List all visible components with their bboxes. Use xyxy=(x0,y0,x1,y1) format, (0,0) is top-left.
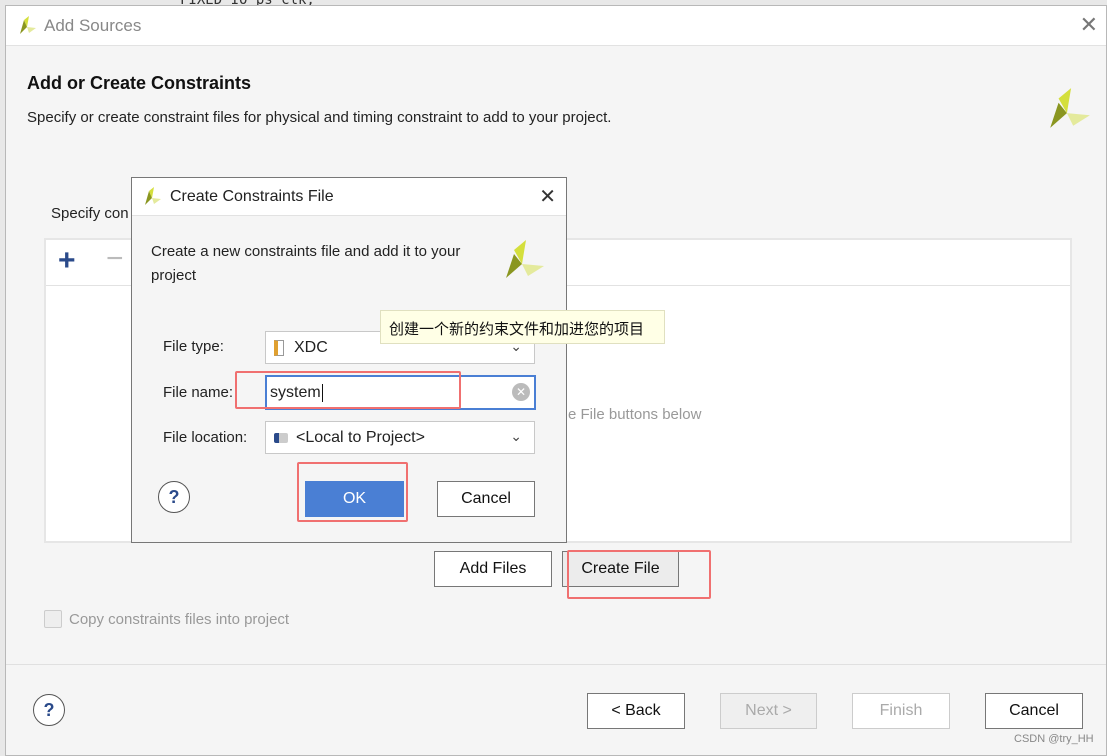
xdc-file-icon xyxy=(274,339,284,356)
sub-cancel-button[interactable]: Cancel xyxy=(437,481,535,517)
file-location-label: File location: xyxy=(163,429,248,446)
copy-constraints-checkbox[interactable] xyxy=(44,610,62,628)
highlight-ok xyxy=(297,462,408,522)
add-files-button[interactable]: Add Files xyxy=(434,551,552,587)
vivado-logo-icon xyxy=(506,240,544,278)
file-name-label: File name: xyxy=(163,384,234,401)
clear-icon[interactable]: ✕ xyxy=(512,383,530,401)
tooltip: 创建一个新的约束文件和加进您的项目 xyxy=(380,310,665,344)
vivado-logo-icon xyxy=(20,16,36,34)
sub-title-bar: Create Constraints File ✕ xyxy=(132,178,566,216)
sub-description: Create a new constraints file and add it… xyxy=(151,243,461,284)
empty-hint: e File buttons below xyxy=(568,406,702,423)
sub-dialog-title: Create Constraints File xyxy=(170,188,334,205)
highlight-file-name xyxy=(235,371,461,409)
next-button: Next > xyxy=(720,693,817,729)
help-icon[interactable]: ? xyxy=(158,481,190,513)
highlight-create-file xyxy=(567,550,711,599)
page-description: Specify or create constraint files for p… xyxy=(27,109,612,126)
finish-button: Finish xyxy=(852,693,950,729)
vivado-logo-icon xyxy=(1050,88,1090,128)
close-icon[interactable]: ✕ xyxy=(1080,12,1098,38)
help-icon[interactable]: ? xyxy=(33,694,65,726)
chevron-down-icon: ⌄ xyxy=(510,428,522,444)
close-icon[interactable]: ✕ xyxy=(539,184,556,209)
vivado-logo-icon xyxy=(145,187,161,205)
folder-icon xyxy=(274,432,288,443)
file-type-value: XDC xyxy=(294,338,328,356)
file-type-label: File type: xyxy=(163,338,224,355)
watermark: CSDN @try_HH xyxy=(1014,733,1094,745)
page-heading: Add or Create Constraints xyxy=(27,73,252,93)
cancel-button[interactable]: Cancel xyxy=(985,693,1083,729)
copy-constraints-label: Copy constraints files into project xyxy=(69,611,290,628)
file-location-select[interactable]: <Local to Project> ⌄ xyxy=(265,421,535,454)
add-icon[interactable]: + xyxy=(58,244,76,278)
back-button[interactable]: < Back xyxy=(587,693,685,729)
specify-label: Specify con xyxy=(51,205,129,222)
divider xyxy=(6,664,1106,665)
file-location-value: <Local to Project> xyxy=(296,428,425,446)
dialog-title: Add Sources xyxy=(44,16,142,35)
remove-icon[interactable]: − xyxy=(106,242,124,276)
title-bar: Add Sources ✕ xyxy=(6,6,1106,46)
